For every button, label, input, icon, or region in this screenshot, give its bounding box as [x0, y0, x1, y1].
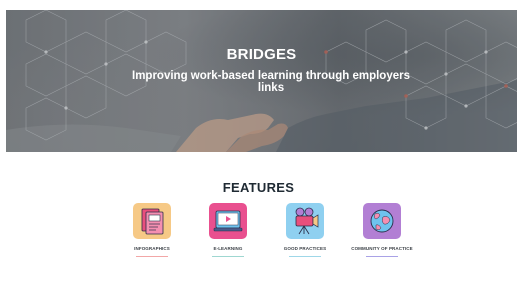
video-camera-icon — [295, 207, 319, 235]
globe-icon — [370, 209, 394, 233]
features-heading: FEATURES — [222, 180, 295, 195]
feature-tile — [363, 203, 401, 239]
feature-label: INFOGRAPHICS — [134, 246, 170, 251]
feature-label: COMMUNITY OF PRACTICE — [351, 246, 413, 251]
video-player-icon — [213, 210, 243, 232]
feature-tile — [209, 203, 247, 239]
feature-underline — [212, 256, 244, 257]
page: BRIDGES Improving work-based learning th… — [0, 0, 517, 284]
feature-tile — [133, 203, 171, 239]
feature-underline — [366, 256, 398, 257]
feature-underline — [289, 256, 321, 257]
hero-banner: BRIDGES Improving work-based learning th… — [6, 10, 517, 152]
feature-label: E-LEARNING — [213, 246, 243, 251]
infographics-icon — [141, 208, 164, 235]
feature-label: GOOD PRACTICES — [283, 246, 327, 251]
feature-tile — [286, 203, 324, 239]
hero-title: BRIDGES — [226, 46, 297, 63]
feature-underline — [136, 256, 168, 257]
hero-subtitle: Improving work-based learning through em… — [132, 70, 410, 94]
